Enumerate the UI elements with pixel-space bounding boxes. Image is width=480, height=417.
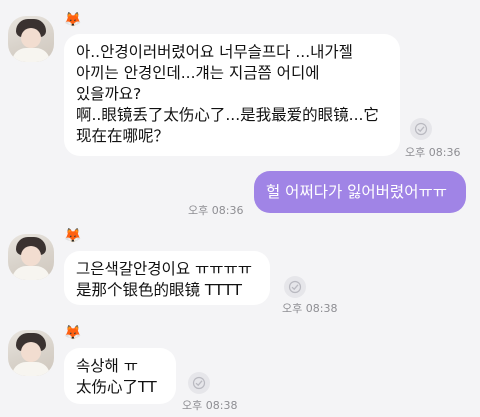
message-bubble[interactable]: 아..안경이러버렸어요 너무슬프다 ...내가젤 아끼는 안경인데...걔는 지… xyxy=(64,34,400,156)
message-bubble[interactable]: 속상해 ㅠ 太伤心了TT xyxy=(64,348,176,404)
message-time: 오후 08:38 xyxy=(282,302,338,315)
avatar[interactable] xyxy=(8,234,54,280)
my-message-bubble[interactable]: 헐 어쩌다가 잃어버렸어ㅠㅠ xyxy=(254,171,466,213)
avatar-face xyxy=(21,246,41,266)
avatar[interactable] xyxy=(8,330,54,376)
fox-icon: 🦊 xyxy=(64,325,82,341)
avatar-face xyxy=(21,28,41,48)
fox-icon: 🦊 xyxy=(64,228,82,244)
message-bubble[interactable]: 그은색갈안경이요 ㅠㅠㅠㅠ 是那个银色的眼镜 TTTT xyxy=(64,251,270,305)
avatar-body xyxy=(12,266,50,280)
message-time: 오후 08:36 xyxy=(405,146,461,159)
read-receipt-icon xyxy=(410,118,432,140)
read-receipt-icon xyxy=(188,372,210,394)
avatar-face xyxy=(21,342,41,362)
avatar-body xyxy=(12,48,50,62)
fox-icon: 🦊 xyxy=(64,12,82,28)
avatar[interactable] xyxy=(8,16,54,62)
message-time: 오후 08:36 xyxy=(188,204,244,217)
avatar-body xyxy=(12,362,50,376)
message-time: 오후 08:38 xyxy=(182,399,238,412)
read-receipt-icon xyxy=(284,276,306,298)
